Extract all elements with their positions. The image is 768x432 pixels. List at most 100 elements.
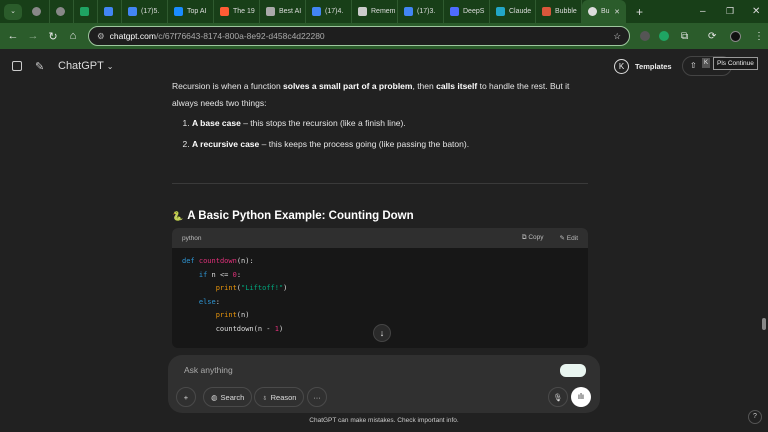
restore-button[interactable]: ❐ — [726, 6, 734, 17]
browser-tab[interactable]: (17)5. — [122, 0, 168, 23]
requirements-list: A base case – this stops the recursion (… — [172, 115, 588, 153]
tab-title: (17)5. — [141, 8, 160, 15]
profile-avatar[interactable] — [730, 30, 741, 42]
minimize-button[interactable]: – — [700, 6, 706, 17]
tab-search-button[interactable]: ⌄ — [4, 3, 22, 20]
k-logo-icon: K — [614, 58, 629, 74]
help-button[interactable]: ? — [748, 410, 762, 424]
disclaimer: ChatGPT can make mistakes. Check importa… — [309, 417, 459, 424]
tab-title: DeepS — [463, 8, 485, 15]
browser-tab[interactable]: The 19 — [214, 0, 260, 23]
deepseek-icon — [450, 7, 459, 16]
model-name: ChatGPT — [58, 60, 104, 72]
tab-title: Bu — [601, 8, 610, 15]
browser-tab[interactable]: Claude — [490, 0, 536, 23]
browser-tab[interactable]: (17)4. — [306, 0, 352, 23]
back-button[interactable]: ← — [3, 30, 23, 42]
browser-toolbar: ← → ↻ ⌂ ⚙ chatgpt.com/c/67f76643-8174-80… — [0, 23, 768, 49]
code-header: python ⧉ Copy ✎ Edit — [172, 228, 588, 248]
browser-tab[interactable]: Top AI — [168, 0, 214, 23]
bubble-icon — [542, 7, 551, 16]
browser-tab[interactable]: DeepS — [444, 0, 490, 23]
docs-icon — [104, 7, 113, 16]
globe-icon — [56, 7, 65, 16]
tab-title: Bubble — [555, 8, 577, 15]
snake-icon: 🐍 — [172, 211, 184, 221]
side-panel-icon[interactable]: ⟳ — [708, 31, 716, 42]
tab-title: (17)4. — [325, 8, 344, 15]
copy-button[interactable]: ⧉ Copy — [522, 234, 544, 242]
browser-tab[interactable] — [98, 0, 122, 23]
composer: Ask anything + ◍ Search ♁ Reason ··· 🎙 ılı — [168, 355, 600, 413]
tab-title: (17)3. — [417, 8, 436, 15]
grammar-extension-icon[interactable] — [560, 364, 586, 377]
attach-button[interactable]: + — [176, 387, 196, 407]
extension-green-icon[interactable] — [659, 31, 669, 41]
tab-strip: ⌄ (17)5. Top AI The 19 Best AI (17)4. Remem (1… — [0, 0, 768, 23]
site-icon — [266, 7, 275, 16]
url-host: chatgpt.com — [109, 31, 156, 41]
message-paragraph: Recursion is when a function solves a sm… — [172, 81, 570, 108]
chatgpt-icon — [588, 7, 597, 16]
bookmark-star-icon[interactable]: ☆ — [613, 31, 621, 42]
extensions-puzzle-icon[interactable]: ⧉ — [681, 31, 688, 42]
url-path: /c/67f76643-8174-800a-8e92-d458c4d22280 — [155, 31, 325, 41]
docs-icon — [404, 7, 413, 16]
browser-tab[interactable]: Best AI — [260, 0, 306, 23]
close-window-button[interactable]: ✕ — [752, 6, 760, 17]
close-tab-icon[interactable]: ✕ — [614, 8, 620, 16]
browser-tab[interactable] — [26, 0, 50, 23]
claude-icon — [496, 7, 505, 16]
tab-title: Remem — [371, 8, 396, 15]
sheets-icon — [80, 7, 89, 16]
edit-button[interactable]: ✎ Edit — [560, 234, 578, 242]
browser-tab[interactable]: Remem — [352, 0, 398, 23]
sidebar-toggle-icon[interactable] — [12, 61, 22, 71]
tab-title: Best AI — [279, 8, 302, 15]
chevron-down-icon: ⌄ — [106, 62, 114, 71]
new-chat-icon[interactable]: ✎ — [35, 60, 44, 73]
globe-icon: ◍ — [211, 392, 218, 402]
scroll-down-button[interactable]: ↓ — [373, 324, 391, 342]
extension-k-icon[interactable] — [640, 31, 650, 41]
list-item: A base case – this stops the recursion (… — [192, 115, 588, 132]
globe-icon — [32, 7, 41, 16]
code-language: python — [182, 234, 202, 242]
browser-tab[interactable] — [74, 0, 98, 23]
model-selector[interactable]: ChatGPT ⌄ — [58, 60, 113, 72]
templates-button[interactable]: Templates — [635, 62, 672, 71]
code-block: python ⧉ Copy ✎ Edit def countdown(n): i… — [172, 228, 588, 348]
docs-icon — [128, 7, 137, 16]
k-badge-icon: K — [702, 58, 711, 68]
assistant-message: Recursion is when a function solves a sm… — [172, 78, 588, 225]
tab-title: Claude — [509, 8, 532, 15]
address-bar[interactable]: ⚙ chatgpt.com/c/67f76643-8174-800a-8e92-… — [88, 26, 630, 46]
tooltip: Pls Continue — [713, 57, 758, 70]
reason-button[interactable]: ♁ Reason — [254, 387, 305, 407]
lightbulb-icon: ♁ — [262, 392, 268, 402]
browser-menu-icon[interactable]: ⋮ — [754, 31, 764, 42]
chat-input[interactable]: Ask anything — [184, 365, 233, 375]
forward-button[interactable]: → — [23, 30, 43, 42]
reload-button[interactable]: ↻ — [43, 30, 63, 43]
dictate-button[interactable]: 🎙 — [548, 387, 568, 407]
voice-mode-button[interactable]: ılı — [571, 387, 591, 407]
scrollbar-thumb[interactable] — [762, 318, 766, 330]
site-icon — [358, 7, 367, 16]
hubspot-icon — [220, 7, 229, 16]
search-button[interactable]: ◍ Search — [203, 387, 253, 407]
new-tab-button[interactable]: + — [636, 5, 643, 19]
docs-icon — [312, 7, 321, 16]
browser-tab[interactable]: Bu ✕ — [582, 0, 626, 23]
app-header: ✎ ChatGPT ⌄ K Templates ⇧ K Pls Continue — [0, 52, 768, 80]
section-heading: 🐍 A Basic Python Example: Counting Down — [172, 208, 588, 225]
site-info-icon[interactable]: ⚙ — [97, 31, 105, 42]
browser-tab[interactable] — [50, 0, 74, 23]
tab-title: Top AI — [187, 8, 207, 15]
list-item: A recursive case – this keeps the proces… — [192, 136, 588, 153]
browser-tab[interactable]: (17)3. — [398, 0, 444, 23]
home-button[interactable]: ⌂ — [63, 30, 83, 42]
site-icon — [174, 7, 183, 16]
more-tools-button[interactable]: ··· — [307, 387, 327, 407]
browser-tab[interactable]: Bubble — [536, 0, 582, 23]
